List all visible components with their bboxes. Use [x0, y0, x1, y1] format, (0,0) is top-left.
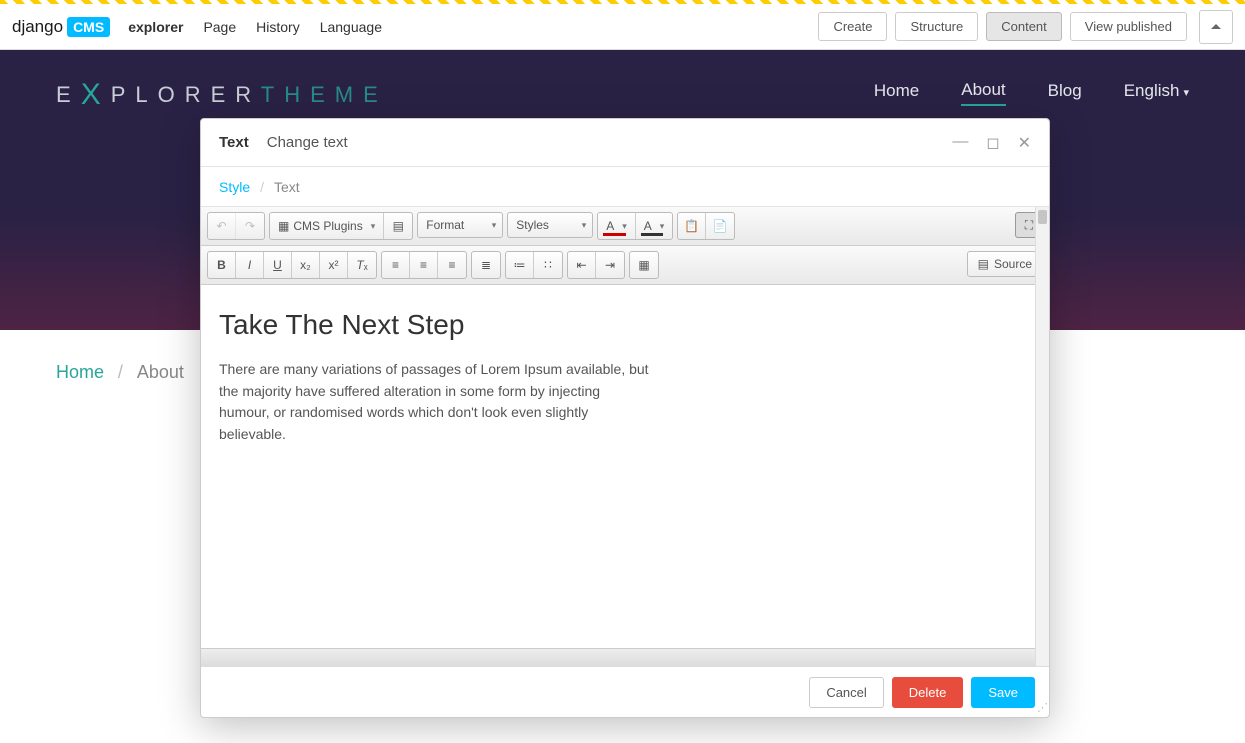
- justify-button[interactable]: ≣: [472, 252, 500, 278]
- editor-statusbar: [201, 648, 1049, 666]
- cms-plugins-group: ▦ CMS Plugins ▤: [269, 212, 413, 240]
- modal-subtitle: Change text: [267, 134, 348, 151]
- editor: ↶ ↷ ▦ CMS Plugins ▤ Format Styles A A 📋 📄…: [201, 207, 1049, 667]
- cancel-button[interactable]: Cancel: [809, 677, 883, 708]
- remove-format-button[interactable]: Tₓ: [348, 252, 376, 278]
- chevron-up-icon: [1211, 22, 1221, 32]
- paste-text-button[interactable]: 📋: [678, 213, 706, 239]
- underline-button[interactable]: U: [264, 252, 292, 278]
- editor-toolbar-row1: ↶ ↷ ▦ CMS Plugins ▤ Format Styles A A 📋 📄…: [201, 207, 1049, 246]
- site-logo-x: X: [81, 78, 111, 111]
- plugin-icon: ▦: [278, 219, 289, 233]
- paste-word-button[interactable]: 📄: [706, 213, 734, 239]
- superscript-button[interactable]: x²: [320, 252, 348, 278]
- modal-breadcrumb: Style / Text: [201, 167, 1049, 207]
- align-center-button[interactable]: ≡: [410, 252, 438, 278]
- editor-content[interactable]: Take The Next Step There are many variat…: [201, 285, 1049, 648]
- subscript-button[interactable]: x₂: [292, 252, 320, 278]
- text-color-swatch: [603, 233, 626, 236]
- nav-language-label: English: [1124, 81, 1180, 100]
- table-group: ▦: [629, 251, 659, 279]
- cms-toolbar: django CMS explorer Page History Languag…: [0, 4, 1245, 50]
- list-group: ≔ ∷: [505, 251, 563, 279]
- cms-logo[interactable]: django CMS: [12, 17, 110, 37]
- unordered-list-button[interactable]: ∷: [534, 252, 562, 278]
- undo-redo-group: ↶ ↷: [207, 212, 265, 240]
- modal-header: Text Change text — ◻ ✕: [201, 119, 1049, 167]
- content-body[interactable]: There are many variations of passages of…: [219, 359, 649, 446]
- maximize-icon[interactable]: ◻: [986, 133, 999, 153]
- source-icon: ▤: [978, 257, 989, 271]
- source-label: Source: [994, 257, 1032, 271]
- cms-plugins-button[interactable]: ▦ CMS Plugins: [270, 213, 384, 239]
- table-button[interactable]: ▦: [630, 252, 658, 278]
- nav-home[interactable]: Home: [874, 81, 919, 105]
- cms-plugins-label: CMS Plugins: [293, 219, 362, 233]
- cms-menu-page[interactable]: Page: [203, 19, 236, 35]
- site-logo-theme: THEME: [261, 82, 388, 107]
- resize-handle[interactable]: ⋰: [1037, 701, 1046, 714]
- tab-style[interactable]: Style: [219, 179, 250, 195]
- text-editor-modal: Text Change text — ◻ ✕ Style / Text ↶ ↷ …: [200, 118, 1050, 718]
- nav-language[interactable]: English▾: [1124, 81, 1189, 105]
- nav-about[interactable]: About: [961, 80, 1005, 106]
- text-color-button[interactable]: A: [598, 213, 636, 239]
- modal-title: Text: [219, 134, 249, 151]
- site-logo-e: E: [56, 82, 81, 107]
- chevron-down-icon: ▾: [1183, 87, 1189, 99]
- modal-window-controls: — ◻ ✕: [952, 133, 1031, 153]
- color-group: A A: [597, 212, 673, 240]
- paste-group: 📋 📄: [677, 212, 735, 240]
- redo-button[interactable]: ↷: [236, 213, 264, 239]
- save-button[interactable]: Save: [971, 677, 1035, 708]
- breadcrumb-current: About: [137, 362, 184, 382]
- bg-color-swatch: [641, 233, 664, 236]
- indent-group: ⇤ ⇥: [567, 251, 625, 279]
- modal-footer: Cancel Delete Save ⋰: [201, 667, 1049, 717]
- breadcrumb-home[interactable]: Home: [56, 362, 104, 382]
- content-button[interactable]: Content: [986, 12, 1062, 41]
- bold-button[interactable]: B: [208, 252, 236, 278]
- italic-button[interactable]: I: [236, 252, 264, 278]
- indent-button[interactable]: ⇥: [596, 252, 624, 278]
- align-right-button[interactable]: ≡: [438, 252, 466, 278]
- bg-color-button[interactable]: A: [636, 213, 673, 239]
- styles-select[interactable]: Styles: [507, 212, 593, 238]
- cms-menu-history[interactable]: History: [256, 19, 300, 35]
- justify-group: ≣: [471, 251, 501, 279]
- minimize-icon[interactable]: —: [952, 133, 968, 153]
- view-published-button[interactable]: View published: [1070, 12, 1187, 41]
- tab-sep: /: [260, 179, 264, 195]
- structure-button[interactable]: Structure: [895, 12, 978, 41]
- site-logo-plorer: PLORER: [111, 82, 261, 107]
- text-style-group: B I U x₂ x² Tₓ: [207, 251, 377, 279]
- format-select[interactable]: Format: [417, 212, 503, 238]
- create-button[interactable]: Create: [818, 12, 887, 41]
- toolbar-toggle-button[interactable]: [1199, 10, 1233, 44]
- cms-toolbar-right: Create Structure Content View published: [818, 10, 1233, 44]
- cms-logo-badge: CMS: [67, 17, 110, 37]
- cms-menu: explorer Page History Language: [128, 19, 382, 35]
- ordered-list-button[interactable]: ≔: [506, 252, 534, 278]
- align-group: ≡ ≡ ≡: [381, 251, 467, 279]
- tab-text: Text: [274, 179, 300, 195]
- delete-button[interactable]: Delete: [892, 677, 964, 708]
- align-left-button[interactable]: ≡: [382, 252, 410, 278]
- site-nav: Home About Blog English▾: [874, 80, 1189, 106]
- site-logo[interactable]: EXPLORERTHEME: [56, 76, 388, 110]
- breadcrumb-sep: /: [118, 362, 123, 382]
- source-button[interactable]: ▤ Source: [967, 251, 1043, 277]
- outdent-button[interactable]: ⇤: [568, 252, 596, 278]
- content-heading[interactable]: Take The Next Step: [219, 309, 1031, 341]
- undo-button[interactable]: ↶: [208, 213, 236, 239]
- editor-toolbar-row2: B I U x₂ x² Tₓ ≡ ≡ ≡ ≣ ≔ ∷ ⇤ ⇥: [201, 246, 1049, 285]
- scrollbar-thumb[interactable]: [1038, 210, 1047, 224]
- cms-logo-text: django: [12, 17, 63, 37]
- close-icon[interactable]: ✕: [1018, 133, 1031, 153]
- editor-scrollbar[interactable]: [1035, 207, 1049, 666]
- show-blocks-button[interactable]: ▤: [384, 213, 412, 239]
- nav-blog[interactable]: Blog: [1048, 81, 1082, 105]
- cms-menu-language[interactable]: Language: [320, 19, 382, 35]
- cms-menu-explorer[interactable]: explorer: [128, 19, 183, 35]
